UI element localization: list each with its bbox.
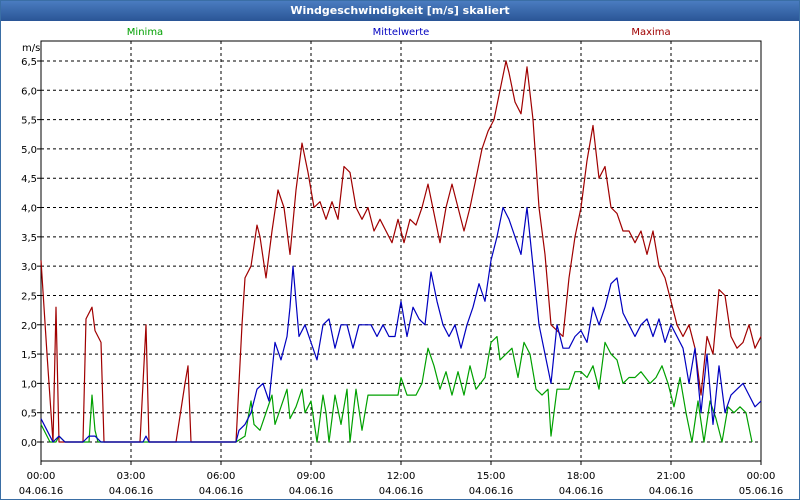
y-tick-label: 4,5	[21, 174, 37, 185]
y-tick-label: 0,0	[21, 438, 37, 449]
x-tick-date: 04.06.16	[649, 486, 694, 497]
wind-speed-chart: 0,0 0,5 1,0 1,5 2,0 2,5 3,0 3,5 4,0 4,5 5,0 5,5 6,0 6…	[19, 27, 784, 497]
y-tick-label: 1,0	[21, 379, 37, 390]
y-tick-label: 1,5	[21, 350, 37, 361]
y-tick-label: 0,5	[21, 409, 37, 420]
x-tick-time: 15:00	[477, 471, 506, 482]
x-tick-time: 12:00	[387, 471, 416, 482]
y-tick-label: 2,5	[21, 291, 37, 302]
y-tick-label: 5,0	[21, 145, 37, 156]
x-tick-date: 04.06.16	[379, 486, 424, 497]
legend-maxima: Maxima	[631, 27, 670, 38]
x-tick-date: 04.06.16	[289, 486, 334, 497]
legend-minima: Minima	[127, 27, 163, 38]
x-tick-date: 05.06.16	[739, 486, 784, 497]
x-tick-time: 09:00	[297, 471, 326, 482]
x-tick-time: 03:00	[117, 471, 146, 482]
y-axis-label: m/s	[22, 43, 40, 54]
y-tick-label: 6,5	[21, 57, 37, 68]
x-tick-date: 04.06.16	[199, 486, 244, 497]
y-tick-label: 6,0	[21, 86, 37, 97]
x-tick-time: 00:00	[747, 471, 776, 482]
y-tick-label: 5,5	[21, 116, 37, 127]
x-tick-time: 00:00	[27, 471, 56, 482]
y-tick-label: 3,0	[21, 262, 37, 273]
x-tick-date: 04.06.16	[109, 486, 154, 497]
x-tick-date: 04.06.16	[469, 486, 514, 497]
legend-mittelwerte: Mittelwerte	[373, 27, 430, 38]
x-tick-date: 04.06.16	[19, 486, 64, 497]
x-tick-time: 06:00	[207, 471, 236, 482]
x-tick-time: 18:00	[567, 471, 596, 482]
x-tick-time: 21:00	[657, 471, 686, 482]
y-tick-label: 2,0	[21, 321, 37, 332]
y-tick-label: 3,5	[21, 233, 37, 244]
x-tick-date: 04.06.16	[559, 486, 604, 497]
y-tick-label: 4,0	[21, 204, 37, 215]
